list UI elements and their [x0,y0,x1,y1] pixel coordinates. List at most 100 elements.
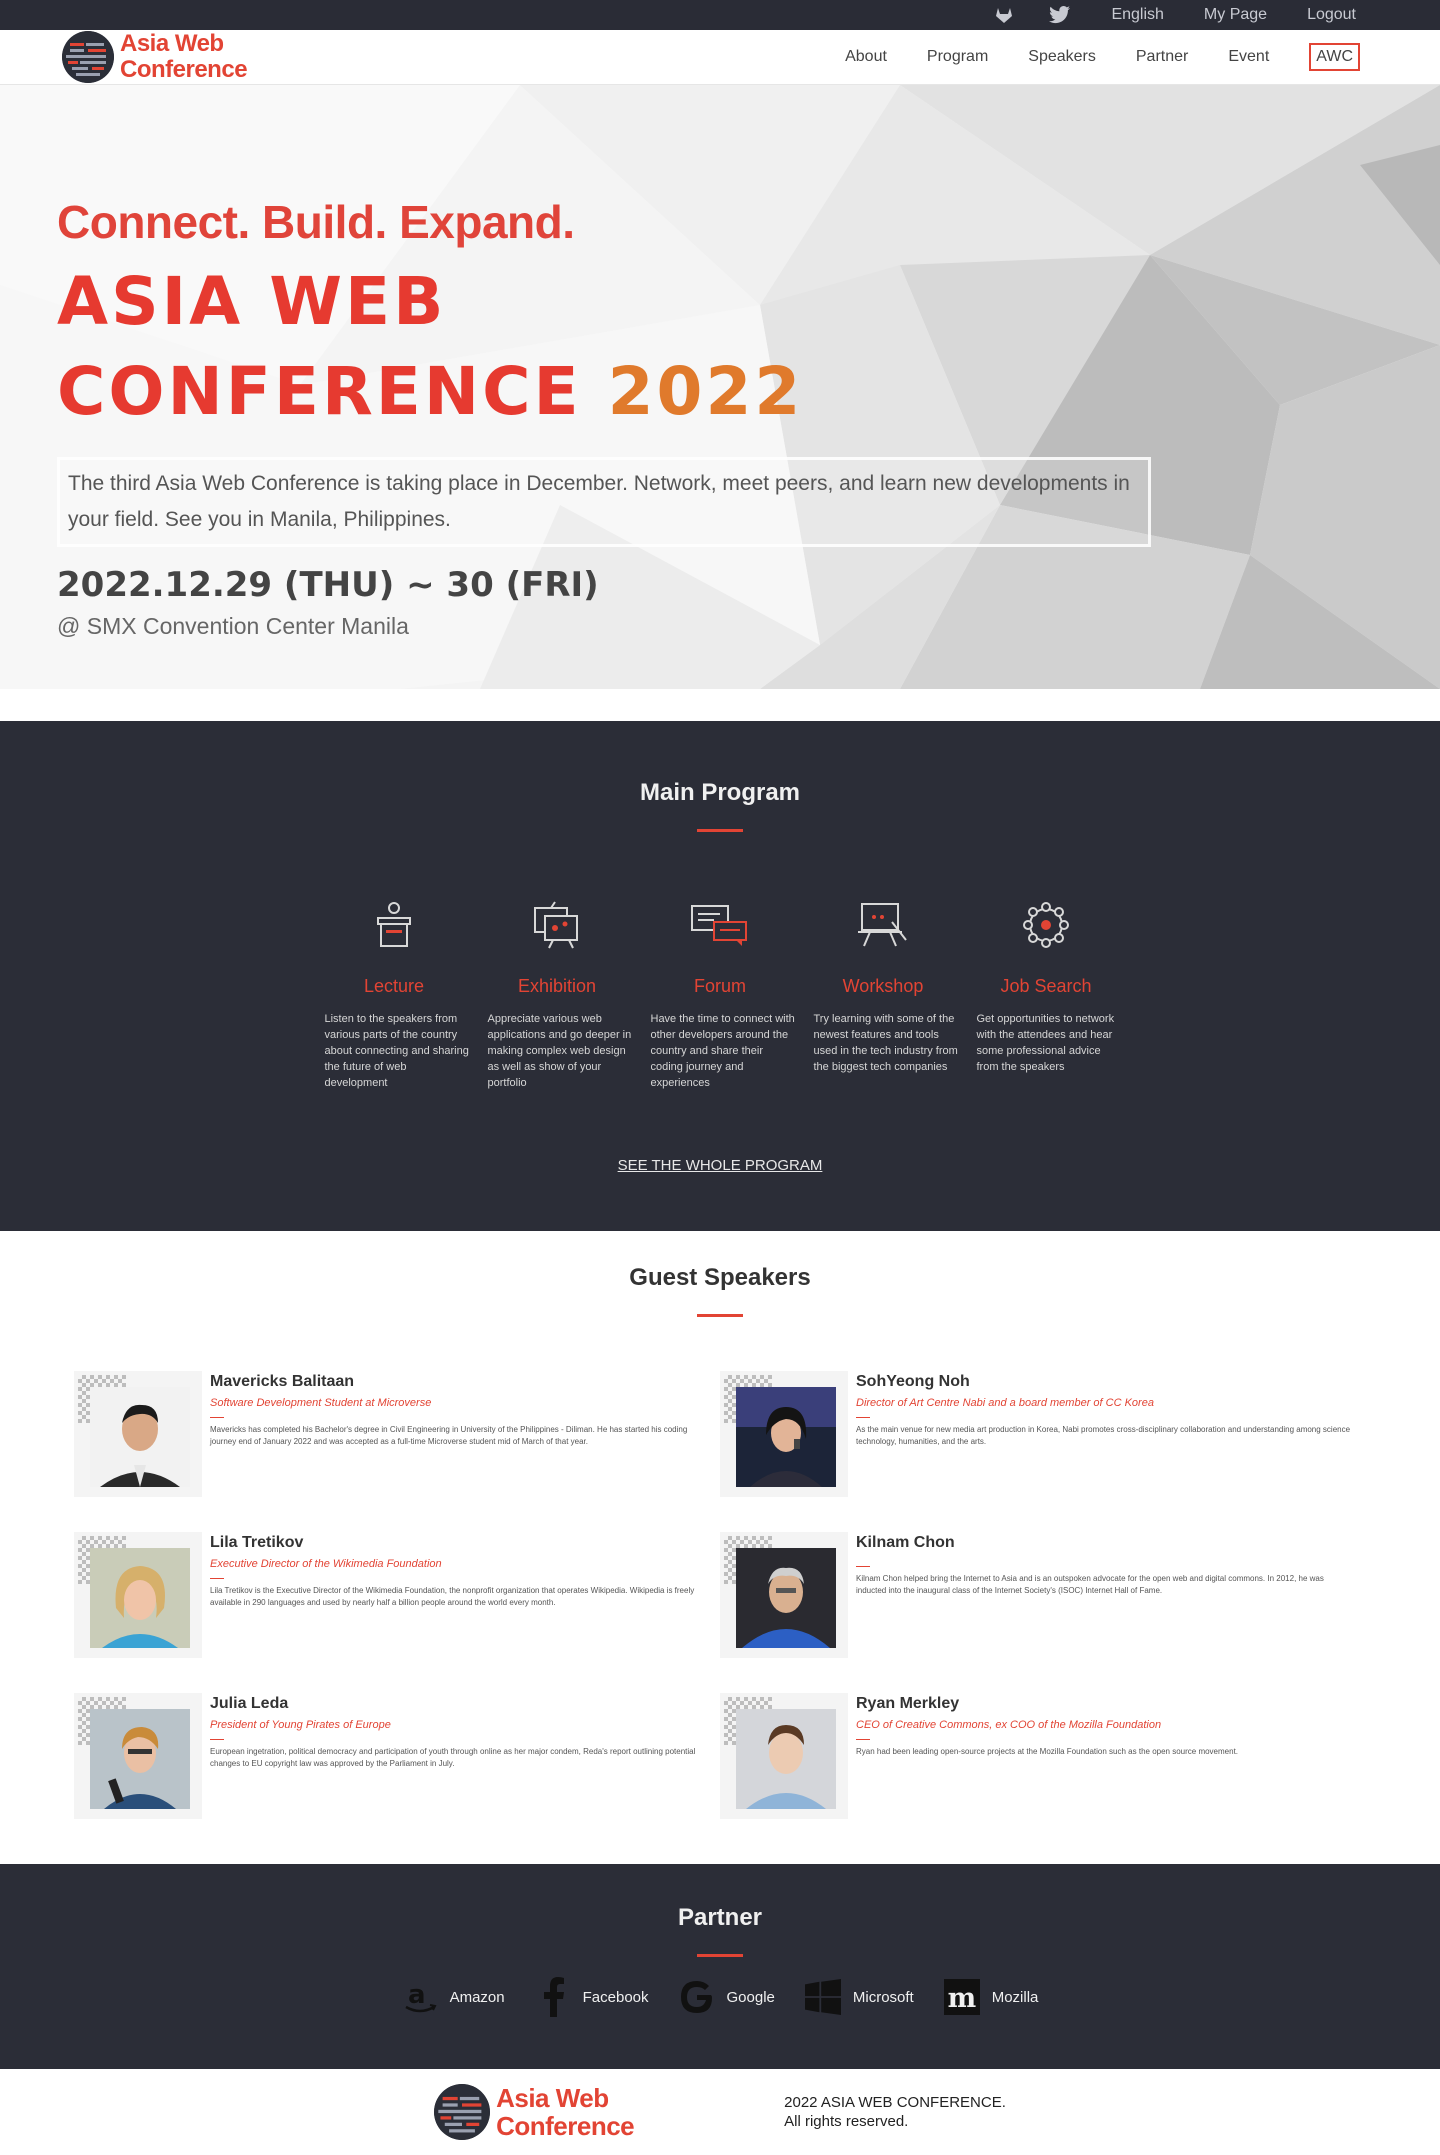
footer-logo[interactable]: Asia Web Conference [434,2082,635,2141]
program-item-title: Forum [693,976,746,996]
logout-link[interactable]: Logout [1307,6,1356,24]
exhibition-icon [480,900,635,956]
nav-about[interactable]: About [845,48,887,66]
program-title-underline [697,829,743,832]
partner-name: Google [726,1988,775,2006]
main-program-section: Main Program Lecture Listen to the speak… [0,721,1440,1231]
brand-line-2: Conference [120,56,248,83]
speaker-divider [210,1739,224,1740]
program-item-desc: Try learning with some of the newest fea… [813,1013,958,1073]
hero-tagline: Connect. Build. Expand. [57,196,575,248]
speaker-info: Ryan Merkley CEO of Creative Commons, ex… [848,1693,1356,1819]
partner-amazon[interactable]: a Amazon [402,1977,505,2017]
program-item-desc: Appreciate various web applications and … [487,1013,632,1089]
speaker-bio: As the main venue for new media art prod… [856,1425,1351,1446]
speaker-info: Kilnam Chon Kilnam Chon helped bring the… [848,1532,1356,1658]
program-item-forum[interactable]: Forum Have the time to connect with othe… [639,900,802,1091]
nav-links: About Program Speakers Partner Event AWC [845,43,1360,71]
speaker-name: SohYeong Noh [856,1373,970,1390]
speaker-name: Mavericks Balitaan [210,1373,355,1390]
speaker-name: Ryan Merkley [856,1695,960,1712]
speaker-photo [90,1709,190,1809]
speaker-photo-frame [74,1532,202,1658]
nav-event[interactable]: Event [1228,48,1269,66]
program-item-title: Lecture [363,976,425,996]
nav-speakers[interactable]: Speakers [1028,48,1096,66]
speakers-title-underline [697,1314,743,1317]
speaker-card[interactable]: Kilnam Chon Kilnam Chon helped bring the… [720,1532,1366,1658]
my-page-link[interactable]: My Page [1204,6,1267,24]
partner-facebook[interactable]: Facebook [535,1977,649,2017]
brand-logo[interactable]: Asia Web Conference [62,30,248,83]
hero-section: Connect. Build. Expand. ASIA WEB CONFERE… [0,85,1440,689]
nav-awc[interactable]: AWC [1309,43,1360,71]
speaker-info: Mavericks Balitaan Software Development … [202,1371,710,1497]
language-link[interactable]: English [1111,6,1163,24]
brand-line-1: Asia Web [120,30,224,57]
program-item-workshop[interactable]: Workshop Try learning with some of the n… [802,900,965,1091]
partner-google[interactable]: Google [679,1977,775,2017]
copyright: 2022 ASIA WEB CONFERENCE. All rights res… [784,2093,1006,2131]
program-item-desc: Have the time to connect with other deve… [650,1013,795,1089]
brand-line-2: Conference [496,2110,635,2141]
partner-microsoft[interactable]: Microsoft [804,1977,914,2017]
program-item-desc: Get opportunities to network with the at… [976,1013,1115,1073]
speaker-name: Lila Tretikov [210,1534,304,1551]
podium-icon [317,900,472,956]
logo-globe-icon [62,31,114,83]
speaker-name: Kilnam Chon [856,1534,955,1551]
speaker-photo-frame [74,1693,202,1819]
speaker-divider [856,1739,870,1740]
svg-text:m: m [947,1983,976,2014]
speaker-bio: Lila Tretikov is the Executive Director … [210,1586,695,1607]
speaker-photo [90,1387,190,1487]
twitter-icon[interactable] [1049,4,1071,26]
speaker-card[interactable]: Lila Tretikov Executive Director of the … [74,1532,720,1658]
brand-line-1: Asia Web [496,2082,609,2113]
speaker-card[interactable]: Ryan Merkley CEO of Creative Commons, ex… [720,1693,1366,1819]
speaker-divider [856,1566,870,1567]
speakers-title: Guest Speakers [629,1264,811,1291]
speaker-photo [736,1548,836,1648]
program-item-title: Exhibition [517,976,597,996]
speaker-card[interactable]: SohYeong Noh Director of Art Centre Nabi… [720,1371,1366,1497]
program-item-job-search[interactable]: Job Search Get opportunities to network … [965,900,1128,1091]
nav-partner[interactable]: Partner [1136,48,1188,66]
program-item-title: Job Search [1000,976,1092,996]
hero-venue: @ SMX Convention Center Manila [57,613,409,639]
speaker-photo [90,1548,190,1648]
partner-name: Facebook [582,1988,649,2006]
top-bar: English My Page Logout [0,0,1440,30]
copyright-line-2: All rights reserved. [784,2112,909,2130]
speaker-divider [210,1578,224,1579]
speaker-grid: Mavericks Balitaan Software Development … [74,1371,1440,1819]
see-whole-program-link[interactable]: SEE THE WHOLE PROGRAM [618,1157,823,1174]
speaker-card[interactable]: Mavericks Balitaan Software Development … [74,1371,720,1497]
partner-title-underline [697,1954,743,1957]
copyright-line-1: 2022 ASIA WEB CONFERENCE. [784,2093,1006,2111]
speaker-bio: European ingetration, political democrac… [210,1747,696,1768]
partner-mozilla[interactable]: m Mozilla [943,1977,1038,2017]
partner-title: Partner [677,1904,763,1931]
gitlab-icon[interactable] [993,4,1015,26]
main-nav: Asia Web Conference About Program Speake… [0,30,1440,85]
network-icon [969,900,1124,956]
program-title: Main Program [639,779,801,806]
speaker-card[interactable]: Julia Leda President of Young Pirates of… [74,1693,720,1819]
program-item-exhibition[interactable]: Exhibition Appreciate various web applic… [476,900,639,1091]
partner-section: Partner a Amazon Facebook Google Microso… [0,1864,1440,2069]
logo-globe-icon [434,2083,491,2140]
nav-program[interactable]: Program [927,48,988,66]
speaker-role: President of Young Pirates of Europe [210,1719,391,1731]
program-item-lecture[interactable]: Lecture Listen to the speakers from vari… [313,900,476,1091]
partner-list: a Amazon Facebook Google Microsoft m Moz… [0,1977,1440,2017]
footer: Asia Web Conference 2022 ASIA WEB CONFER… [0,2069,1440,2154]
speaker-bio: Ryan had been leading open-source projec… [856,1747,1239,1756]
speaker-photo-frame [720,1371,848,1497]
hero-title-conference: CONFERENCE [57,353,582,430]
partner-name: Amazon [449,1988,505,2006]
facebook-icon [535,1977,571,2017]
speaker-bio: Kilnam Chon helped bring the Internet to… [856,1574,1324,1595]
hero-content: Connect. Build. Expand. ASIA WEB CONFERE… [57,195,1151,640]
speaker-photo [736,1709,836,1809]
